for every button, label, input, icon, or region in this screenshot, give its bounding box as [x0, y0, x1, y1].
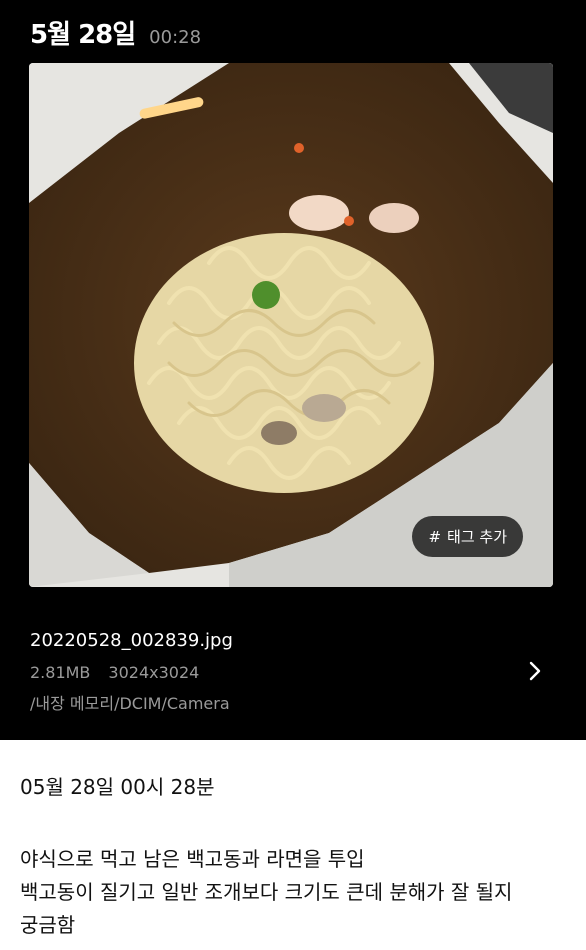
date-header: 5월 28일 00:28 — [30, 14, 201, 51]
memo-line: 궁금함 — [20, 913, 76, 937]
photo-viewer: 5월 28일 00:28 # 태그 추가 20220528_002839.jpg… — [0, 0, 586, 740]
file-meta: 2.81MB 3024x3024 — [30, 663, 233, 682]
details-panel: 05월 28일 00시 28분 야식으로 먹고 남은 백고동과 라면을 투입 백… — [0, 740, 586, 950]
compost-noodles-photo — [29, 63, 553, 587]
photo-time: 00:28 — [149, 27, 202, 48]
photo-image[interactable]: # 태그 추가 — [29, 63, 553, 587]
hash-icon: # — [428, 527, 442, 546]
memo-line: 야식으로 먹고 남은 백고동과 라면을 투입 — [20, 847, 365, 871]
file-name: 20220528_002839.jpg — [30, 630, 233, 651]
add-tag-button[interactable]: # 태그 추가 — [412, 516, 523, 557]
add-tag-label: 태그 추가 — [447, 528, 507, 546]
file-resolution: 3024x3024 — [108, 663, 200, 682]
file-size: 2.81MB — [30, 663, 91, 682]
detail-timestamp: 05월 28일 00시 28분 — [20, 775, 215, 799]
memo-line: 백고동이 질기고 일반 조개보다 크기도 큰데 분해가 잘 될지 — [20, 880, 513, 904]
chevron-right-icon[interactable] — [524, 660, 546, 682]
file-info[interactable]: 20220528_002839.jpg 2.81MB 3024x3024 /내장 … — [30, 630, 233, 714]
photo-date: 5월 28일 — [30, 20, 136, 50]
memo-text[interactable]: 야식으로 먹고 남은 백고동과 라면을 투입 백고동이 질기고 일반 조개보다 … — [20, 843, 512, 942]
file-path: /내장 메모리/DCIM/Camera — [30, 694, 230, 713]
